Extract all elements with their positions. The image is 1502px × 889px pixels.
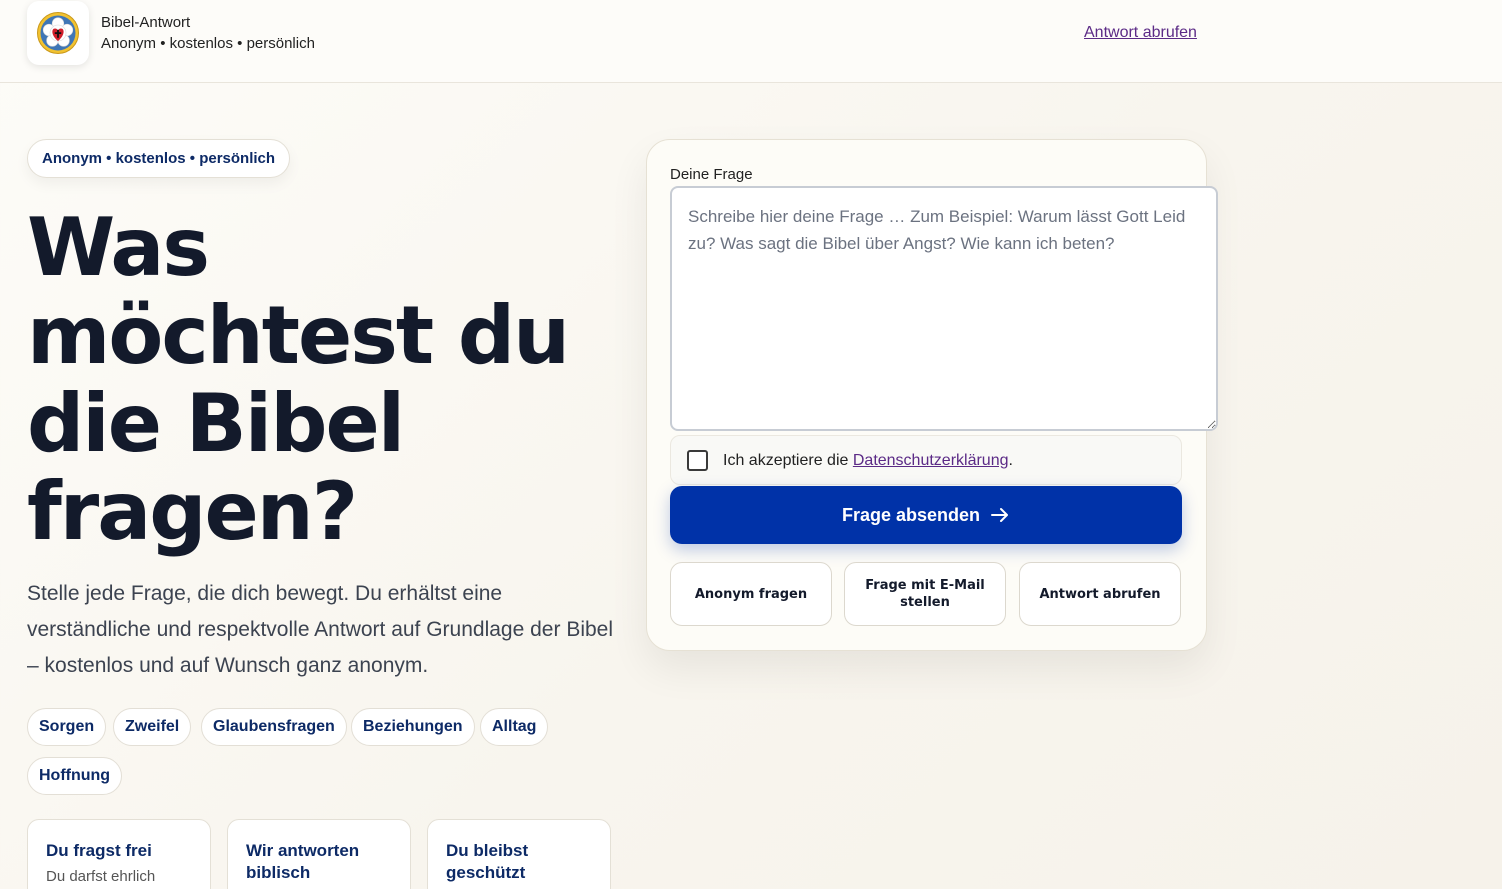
feature-card: Du bleibst geschützt <box>427 819 611 889</box>
arrow-right-icon <box>990 507 1010 523</box>
consent-suffix: . <box>1008 452 1013 469</box>
feature-title: Du bleibst geschützt <box>446 841 529 882</box>
tag-hoffnung[interactable]: Hoffnung <box>27 757 123 795</box>
headline-line-2: möchtest du <box>27 289 570 382</box>
submit-label: Frage absenden <box>841 504 981 525</box>
header-antwort-abrufen-link[interactable]: Antwort abrufen <box>1084 24 1197 42</box>
consent-prefix: Ich akzeptiere die <box>723 452 853 469</box>
tag-beziehungen[interactable]: Beziehungen <box>351 708 475 746</box>
tag-sorgen[interactable]: Sorgen <box>27 708 107 746</box>
ask-with-email-button[interactable]: Frage mit E-Mail stellen <box>844 562 1006 626</box>
lead-text: Stelle jede Frage, die dich bewegt. Du e… <box>27 582 614 677</box>
tag-alltag[interactable]: Alltag <box>480 708 549 746</box>
feature-title: Du fragst frei <box>46 841 152 860</box>
consent-row: Ich akzeptiere die Datenschutzerklärung. <box>670 435 1182 485</box>
privacy-policy-link[interactable]: Datenschutzerklärung <box>853 452 1009 469</box>
site-header: Bibel-Antwort Anonym • kostenlos • persö… <box>0 0 1502 83</box>
brand-title: Bibel-Antwort <box>101 14 191 31</box>
feature-title: Wir antworten biblisch <box>246 841 360 882</box>
tag-zweifel[interactable]: Zweifel <box>113 708 192 746</box>
ask-anonymous-button[interactable]: Anonym fragen <box>670 562 832 626</box>
hero-pill: Anonym • kostenlos • persönlich <box>27 139 291 178</box>
page-title: Was möchtest du die Bibel fragen? <box>27 204 627 556</box>
brand-subtitle: Anonym • kostenlos • persönlich <box>101 35 315 52</box>
feature-card: Wir antworten biblisch <box>227 819 411 889</box>
feature-card: Du fragst frei Du darfst ehrlich <box>27 819 211 889</box>
privacy-checkbox[interactable] <box>687 450 708 471</box>
logo[interactable] <box>27 1 89 65</box>
luther-rose-icon <box>37 12 79 54</box>
question-textarea[interactable] <box>670 186 1218 431</box>
tag-glaubensfragen[interactable]: Glaubensfragen <box>201 708 347 746</box>
consent-text: Ich akzeptiere die Datenschutzerklärung. <box>723 452 1013 470</box>
headline-line-4: fragen? <box>27 465 358 558</box>
question-label: Deine Frage <box>670 166 753 183</box>
retrieve-answer-button[interactable]: Antwort abrufen <box>1019 562 1181 626</box>
headline-line-3: die Bibel <box>27 377 405 470</box>
feature-text: Du darfst ehrlich <box>46 868 156 885</box>
headline-line-1: Was <box>27 201 210 294</box>
submit-question-button[interactable]: Frage absenden <box>670 486 1182 544</box>
